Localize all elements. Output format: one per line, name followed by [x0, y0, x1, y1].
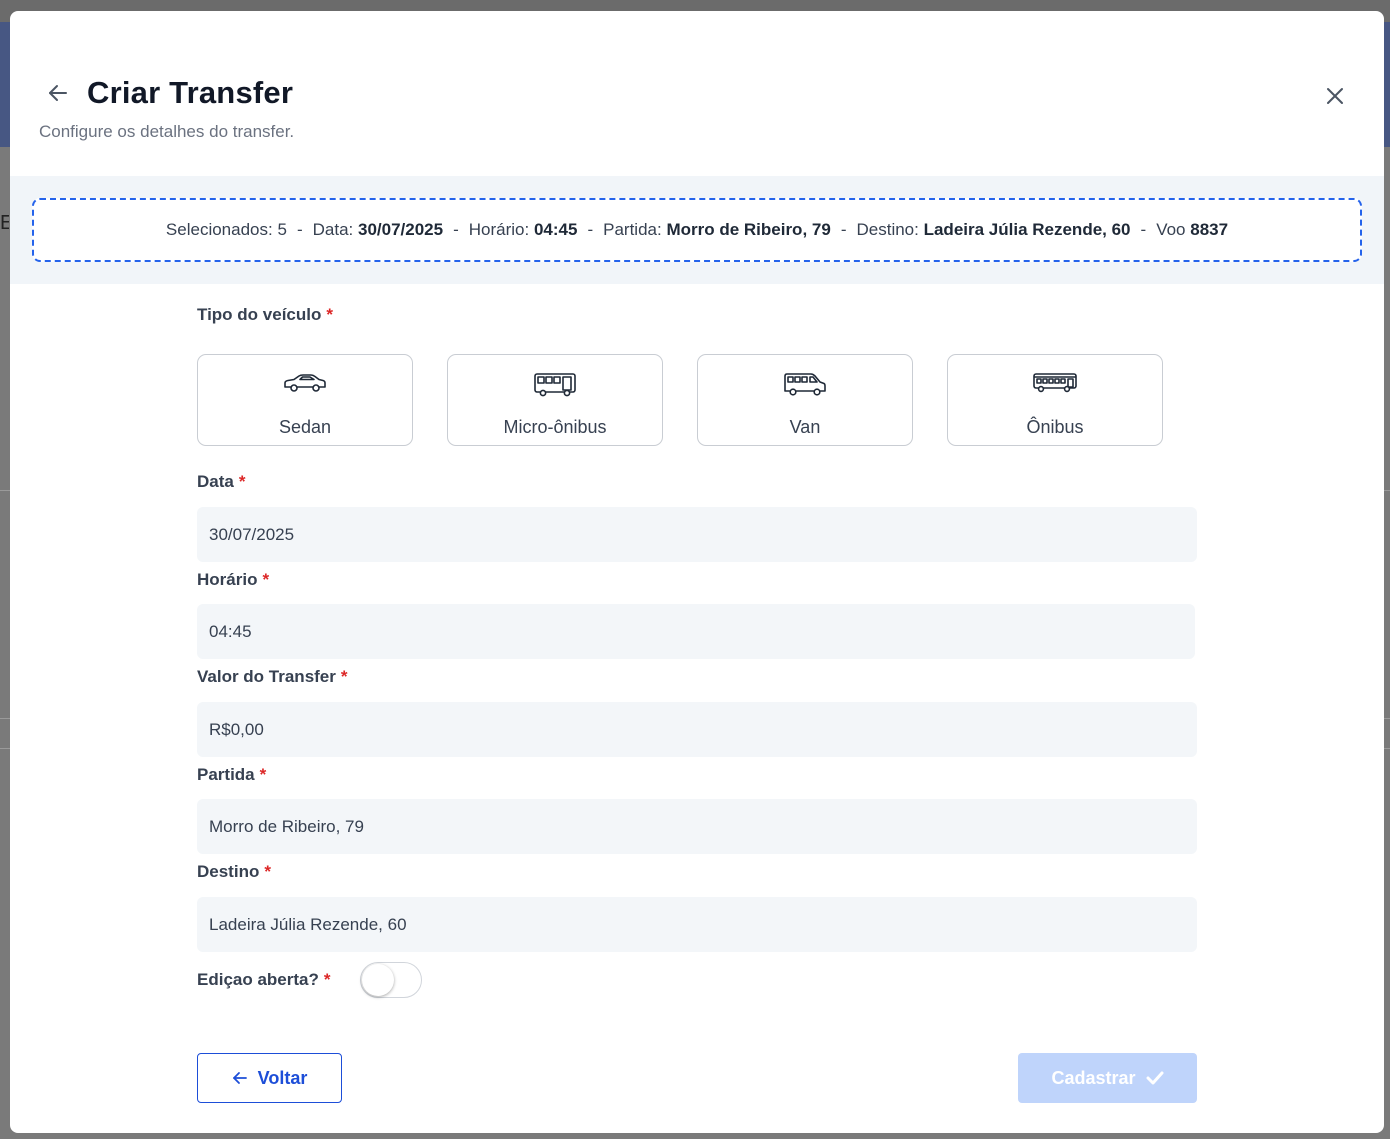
required-mark: *	[326, 305, 333, 324]
price-label: Valor do Transfer *	[197, 667, 348, 686]
selection-summary: Selecionados: 5 - Data: 30/07/2025 - Hor…	[32, 198, 1362, 262]
summary-destination-value: Ladeira Júlia Rezende, 60	[923, 220, 1131, 239]
summary-departure-value: Morro de Ribeiro, 79	[666, 220, 831, 239]
price-field[interactable]: R$0,00	[197, 702, 1197, 757]
submit-button-label: Cadastrar	[1051, 1067, 1136, 1088]
summary-departure-label: Partida:	[603, 220, 662, 239]
bus-icon	[1033, 373, 1077, 393]
summary-flight-value: 8837	[1190, 220, 1229, 239]
summary-separator: -	[453, 220, 459, 239]
required-mark: *	[340, 667, 348, 686]
destination-field[interactable]: Ladeira Júlia Rezende, 60	[197, 897, 1197, 952]
sedan-icon	[284, 374, 326, 392]
vehicle-option-microbus[interactable]: Micro-ônibus	[447, 354, 663, 446]
date-field[interactable]: 30/07/2025	[197, 507, 1197, 562]
back-arrow-icon[interactable]	[46, 81, 70, 105]
summary-section: Selecionados: 5 - Data: 30/07/2025 - Hor…	[10, 176, 1384, 284]
modal-header: Criar Transfer Configure os detalhes do …	[10, 11, 1384, 176]
time-label: Horário *	[197, 570, 270, 589]
required-mark: *	[259, 765, 267, 784]
summary-separator: -	[840, 220, 847, 239]
close-icon[interactable]	[1323, 84, 1347, 108]
required-mark: *	[264, 862, 271, 881]
departure-label: Partida *	[197, 765, 267, 784]
required-mark: *	[262, 570, 270, 589]
vehicle-option-label: Sedan	[278, 417, 332, 437]
time-field[interactable]: 04:45	[197, 604, 1195, 659]
vehicle-option-label: Micro-ônibus	[503, 417, 607, 437]
summary-date-label: Data:	[312, 220, 354, 239]
vehicle-option-van[interactable]: Van	[697, 354, 913, 446]
vehicle-option-label: Van	[789, 417, 821, 437]
summary-time-label: Horário:	[468, 220, 530, 239]
required-mark: *	[238, 472, 246, 491]
back-button[interactable]: Voltar	[197, 1053, 342, 1103]
open-edit-toggle[interactable]	[360, 962, 422, 998]
check-icon	[1146, 1071, 1164, 1085]
page-title: Criar Transfer	[87, 75, 294, 110]
toggle-knob	[362, 964, 394, 996]
vehicle-type-label: Tipo do veículo *	[197, 305, 333, 324]
summary-separator: -	[296, 220, 303, 239]
vehicle-option-bus[interactable]: Ônibus	[947, 354, 1163, 446]
summary-separator: -	[587, 220, 594, 239]
vehicle-option-sedan[interactable]: Sedan	[197, 354, 413, 446]
summary-separator: -	[1140, 220, 1147, 239]
summary-selected-label: Selecionados:	[165, 220, 273, 239]
page-subtitle: Configure os detalhes do transfer.	[39, 122, 295, 141]
summary-time-value: 04:45	[533, 220, 578, 239]
departure-field[interactable]: Morro de Ribeiro, 79	[197, 799, 1197, 854]
summary-selected-count: 5	[277, 220, 287, 239]
back-button-label: Voltar	[257, 1067, 308, 1088]
summary-flight-label: Voo	[1156, 220, 1186, 239]
arrow-left-icon	[232, 1072, 247, 1084]
create-transfer-modal: Criar Transfer Configure os detalhes do …	[10, 11, 1384, 1133]
microbus-icon	[534, 373, 576, 397]
open-edit-label: Ediçao aberta? *	[197, 970, 331, 989]
summary-date-value: 30/07/2025	[357, 220, 444, 239]
summary-destination-label: Destino:	[856, 220, 919, 239]
required-mark: *	[323, 970, 331, 989]
submit-button[interactable]: Cadastrar	[1018, 1053, 1197, 1103]
van-icon	[784, 373, 826, 396]
date-label: Data *	[197, 472, 246, 491]
destination-label: Destino *	[197, 862, 271, 881]
vehicle-option-label: Ônibus	[1026, 417, 1084, 437]
background-text: E	[0, 212, 9, 234]
